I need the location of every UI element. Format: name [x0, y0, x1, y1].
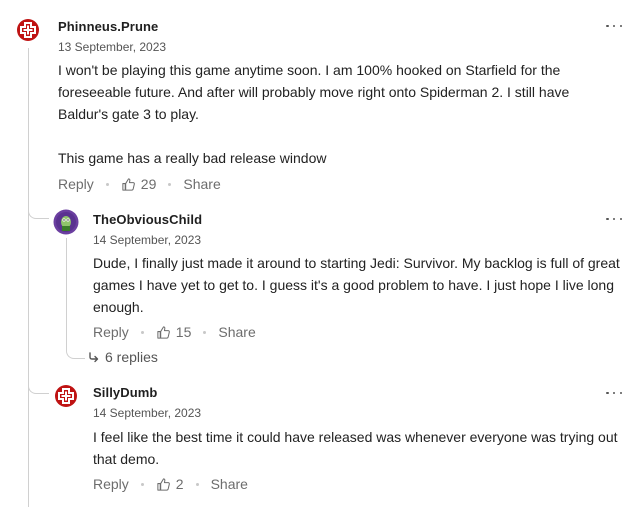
view-replies-link[interactable]: 6 replies	[88, 349, 158, 365]
reply-button[interactable]: Reply	[93, 324, 129, 340]
reply-button[interactable]: Reply	[93, 476, 129, 492]
like-count: 15	[175, 324, 192, 340]
thumbs-up-icon	[157, 477, 170, 491]
share-button[interactable]: Share	[211, 476, 248, 492]
comment-author[interactable]: SillyDumb	[93, 385, 157, 400]
like-button[interactable]: 29	[121, 176, 157, 192]
like-count: 2	[175, 476, 184, 492]
comment-body: Dude, I finally just made it around to s…	[93, 252, 628, 318]
share-button[interactable]: Share	[218, 324, 255, 340]
comment-paragraph: Dude, I finally just made it around to s…	[93, 255, 620, 315]
separator	[203, 330, 207, 334]
character-avatar-icon[interactable]	[53, 209, 79, 235]
separator	[140, 482, 144, 486]
replies-count: 6 replies	[105, 349, 158, 365]
comment-actions: Reply 29 Share	[58, 174, 221, 194]
comment-author[interactable]: TheObviousChild	[93, 212, 202, 227]
more-options-icon[interactable]	[606, 388, 622, 398]
separator	[105, 182, 109, 186]
reply-connector	[28, 198, 49, 219]
like-count: 29	[140, 176, 157, 192]
separator	[140, 330, 144, 334]
more-options-icon[interactable]	[606, 21, 622, 31]
comment-date: 13 September, 2023	[58, 40, 167, 54]
comment-actions: Reply 2 Share	[93, 474, 248, 494]
comment-author[interactable]: Phinneus.Prune	[58, 19, 158, 34]
like-button[interactable]: 15	[156, 324, 192, 340]
comment-paragraph: This game has a really bad release windo…	[58, 150, 327, 166]
thumbs-up-icon	[122, 177, 135, 191]
replies-connector	[66, 346, 85, 359]
comment-date: 14 September, 2023	[93, 233, 202, 247]
comment-body: I feel like the best time it could have …	[93, 426, 628, 470]
comment-date: 14 September, 2023	[93, 406, 202, 420]
ign-logo-icon[interactable]	[53, 383, 79, 409]
reply-arrow-icon	[89, 352, 99, 363]
reply-connector	[28, 373, 49, 394]
comment-body: I won't be playing this game anytime soo…	[58, 59, 618, 169]
reply-thread-line	[66, 238, 67, 346]
separator	[195, 482, 199, 486]
more-options-icon[interactable]	[606, 214, 622, 224]
separator	[168, 182, 172, 186]
reply-button[interactable]: Reply	[58, 176, 94, 192]
comment-actions: Reply 15 Share	[93, 322, 256, 342]
comment-paragraph: I won't be playing this game anytime soo…	[58, 62, 570, 122]
ign-logo-icon[interactable]	[15, 17, 41, 43]
comment-paragraph: I feel like the best time it could have …	[93, 429, 618, 467]
like-button[interactable]: 2	[156, 476, 184, 492]
thread-line	[28, 48, 29, 507]
thumbs-up-icon	[157, 325, 170, 339]
share-button[interactable]: Share	[183, 176, 220, 192]
